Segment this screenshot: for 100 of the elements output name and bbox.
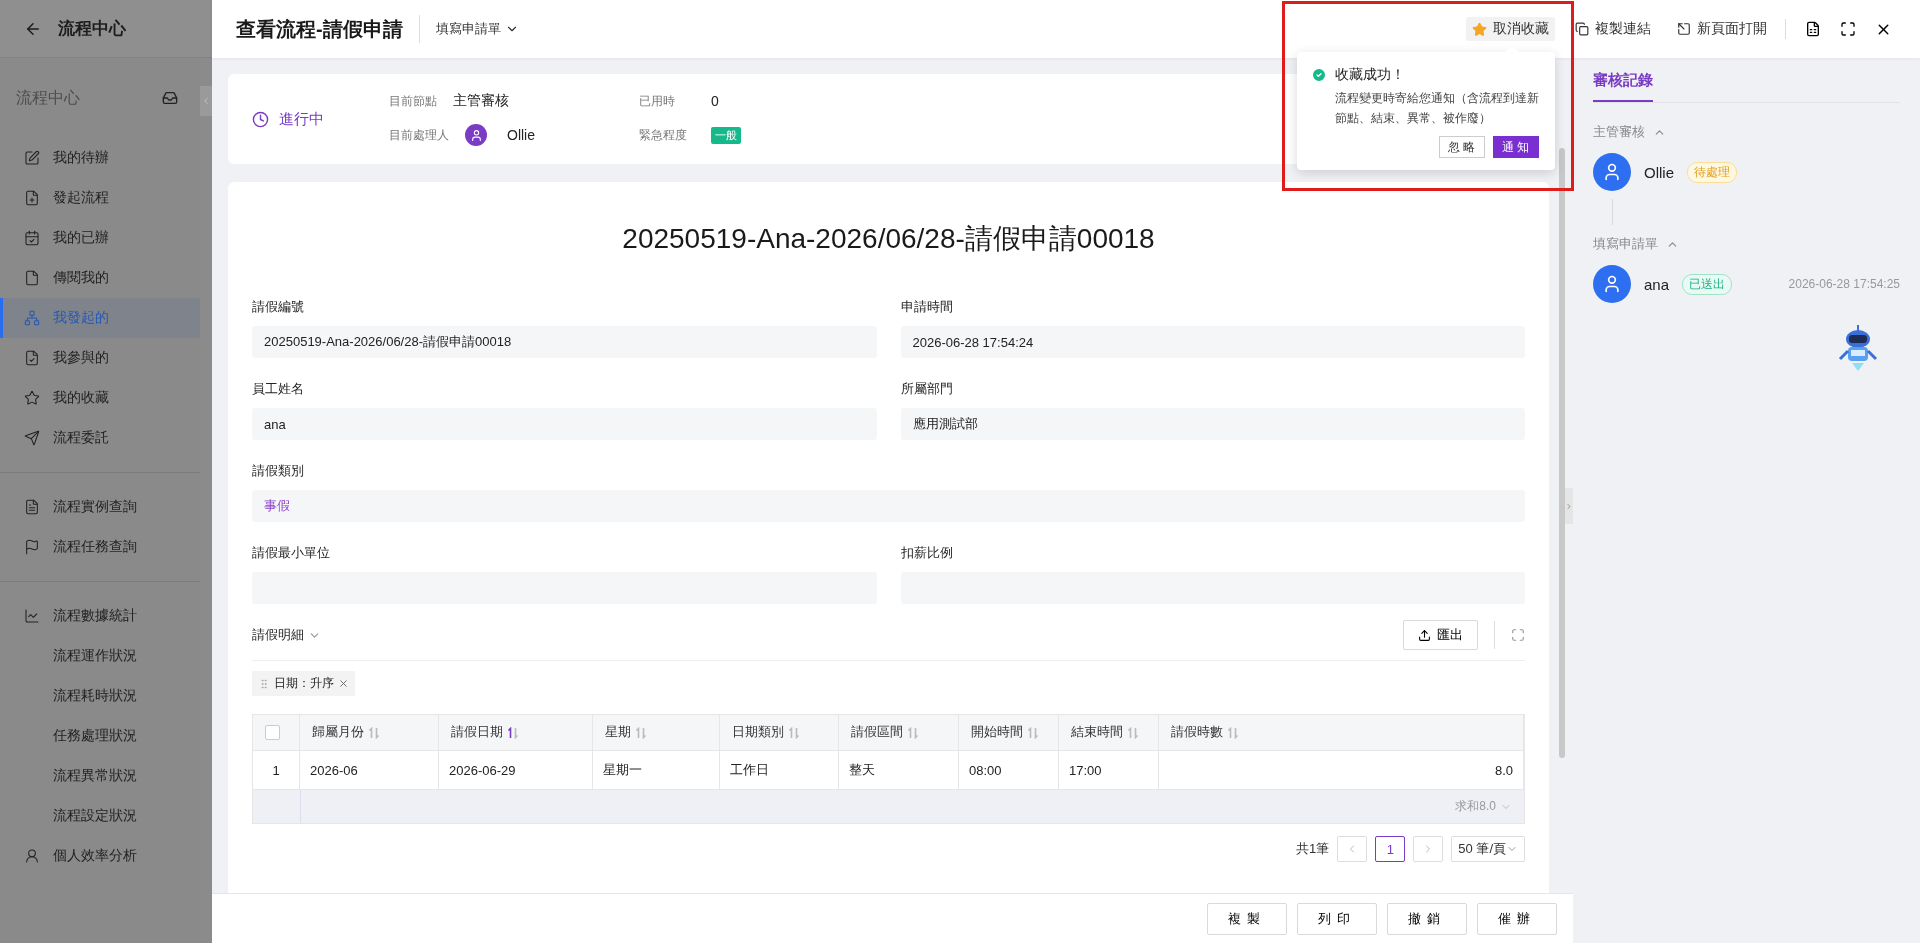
chart-icon: [24, 608, 40, 624]
tab[interactable]: 審核記錄: [1593, 71, 1653, 102]
column-header: 日期類別: [732, 724, 784, 741]
sidebar-item[interactable]: 我的收藏: [0, 378, 200, 418]
upload-icon: [1418, 628, 1431, 642]
action-button[interactable]: 列印: [1297, 902, 1377, 935]
avatar: [1593, 153, 1631, 191]
edit-icon: [24, 150, 40, 166]
clock-icon: [252, 110, 269, 128]
field-label: 申請時間: [900, 298, 954, 316]
expand-handle[interactable]: [1565, 488, 1573, 524]
popover-button[interactable]: 忽略: [1439, 136, 1485, 158]
robot-icon[interactable]: [1836, 323, 1880, 373]
field-label: 請假最小單位: [252, 544, 331, 562]
file-icon: [24, 270, 40, 286]
field-label: 所屬部門: [900, 380, 954, 398]
field-value: 事假: [252, 490, 1525, 522]
field-label: 目前節點: [389, 92, 438, 110]
field-label: 已用時: [639, 92, 676, 110]
page-size-select[interactable]: 50 筆/頁: [1451, 836, 1525, 862]
sidebar-item[interactable]: 流程異常狀況: [0, 756, 200, 796]
toolbar-button[interactable]: 複製連結: [1569, 17, 1657, 41]
page-title: 查看流程-請假申請: [236, 16, 403, 42]
field-value: 應用測試部: [900, 408, 1525, 440]
toolbar-button[interactable]: 新頁面打開: [1671, 17, 1773, 41]
sidebar-item[interactable]: 流程耗時狀況: [0, 676, 200, 716]
reviewer-name: ana: [1644, 275, 1670, 293]
prev-page-button[interactable]: [1337, 836, 1368, 862]
sidebar-item[interactable]: 流程數據統計: [0, 596, 200, 636]
action-button[interactable]: 複製: [1207, 902, 1287, 935]
field-value: Ollie: [507, 127, 535, 143]
summary-cell: 求和8.0: [300, 790, 1524, 823]
chevron-right-icon: [1565, 501, 1573, 511]
field-value: 0: [711, 93, 719, 109]
sidebar-item[interactable]: 流程任務查詢: [0, 527, 200, 567]
page-button[interactable]: 1: [1375, 836, 1406, 862]
inbox-icon[interactable]: [162, 90, 178, 106]
timestamp: 2026-06-28 17:54:25: [1788, 277, 1900, 291]
column-header: 開始時間: [971, 724, 1023, 741]
total-count: 共1筆: [1296, 840, 1330, 858]
toolbar-button[interactable]: 取消收藏: [1466, 17, 1555, 41]
sidebar-item[interactable]: 個人效率分析: [0, 836, 200, 876]
popover-message: 流程變更時寄給您通知（含流程到達新節點、結束、異常、被作廢）: [1335, 90, 1539, 127]
sidebar-item[interactable]: 我參與的: [0, 338, 200, 378]
sidebar-item[interactable]: 流程設定狀況: [0, 796, 200, 836]
sort-icon[interactable]: [507, 726, 519, 739]
column-header: 請假時數: [1171, 724, 1223, 741]
export-button[interactable]: 匯出: [1403, 620, 1478, 650]
status-tag: 待處理: [1687, 161, 1737, 183]
action-button[interactable]: 催辦: [1477, 902, 1557, 935]
sidebar-item[interactable]: 我的待辦: [0, 138, 200, 178]
field-label: 扣薪比例: [900, 544, 954, 562]
send-icon: [24, 430, 40, 446]
group-toggle[interactable]: 主管審核: [1593, 123, 1900, 141]
group-toggle[interactable]: 填寫申請單: [1593, 235, 1900, 253]
field-label: 請假編號: [252, 298, 305, 316]
chevron-left-icon: [201, 96, 211, 106]
avatar: [465, 124, 487, 146]
field-value: 20250519-Ana-2026/06/28-請假申請00018: [252, 326, 877, 358]
field-label: 目前處理人: [389, 126, 450, 144]
action-button[interactable]: 撤銷: [1387, 902, 1467, 935]
popover-button[interactable]: 通知: [1493, 136, 1539, 158]
user-icon: [24, 848, 40, 864]
field-label: 緊急程度: [639, 126, 688, 144]
sort-chip[interactable]: 日期：升序: [252, 671, 355, 696]
sidebar-item[interactable]: 流程實例查詢: [0, 487, 200, 527]
collapse-handle[interactable]: [200, 86, 212, 116]
section-title: 流程中心: [16, 87, 80, 108]
next-page-button[interactable]: [1413, 836, 1444, 862]
flag-icon: [24, 539, 40, 555]
document-icon: [24, 499, 40, 515]
star-icon: [24, 390, 40, 406]
sidebar-item[interactable]: 流程運作狀況: [0, 636, 200, 676]
status-tag: 已送出: [1682, 273, 1733, 295]
checkbox[interactable]: [265, 725, 280, 740]
step-dropdown[interactable]: 填寫申請單: [435, 20, 519, 38]
file-plus-icon: [24, 190, 40, 206]
open-window-icon: [1677, 22, 1691, 36]
sidebar-item[interactable]: 我的已辦: [0, 218, 200, 258]
sidebar-item[interactable]: 任務處理狀況: [0, 716, 200, 756]
form-title: 20250519-Ana-2026/06/28-請假申請00018: [621, 222, 1156, 256]
file-check-icon: [24, 350, 40, 366]
column-header: 星期: [605, 724, 631, 741]
sidebar-item[interactable]: 發起流程: [0, 178, 200, 218]
popover-title: 收藏成功！: [1335, 66, 1405, 84]
status-label: 進行中: [279, 109, 325, 129]
document-icon[interactable]: [1805, 21, 1821, 37]
section-toggle[interactable]: 請假明細: [252, 626, 321, 644]
sidebar-item[interactable]: 流程委託: [0, 418, 200, 458]
star-icon: [1472, 21, 1487, 37]
fullscreen-icon[interactable]: [1840, 21, 1856, 37]
column-header: 請假日期: [451, 724, 503, 741]
urgency-tag: 一般: [711, 126, 741, 144]
drag-handle-icon: [258, 677, 270, 690]
field-value: 主管審核: [453, 92, 509, 110]
reviewer-name: Ollie: [1644, 163, 1674, 181]
field-value: ana: [252, 408, 877, 440]
column-header: 請假區間: [851, 724, 903, 741]
sidebar-item[interactable]: 傳閱我的: [0, 258, 200, 298]
field-label: 員工姓名: [252, 380, 305, 398]
